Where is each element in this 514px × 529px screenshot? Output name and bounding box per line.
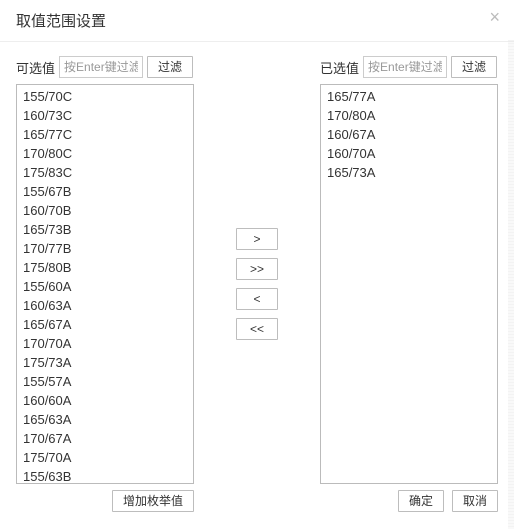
selected-filter-button[interactable]: 过滤 [451, 56, 497, 78]
list-item[interactable]: 155/67B [17, 182, 193, 201]
available-footer: 增加枚举值 [16, 490, 194, 512]
selected-filter-input[interactable] [363, 56, 447, 78]
dialog-title: 取值范围设置 [16, 13, 106, 30]
list-item[interactable]: 165/63A [17, 410, 193, 429]
available-filter-button[interactable]: 过滤 [147, 56, 193, 78]
list-item[interactable]: 175/80B [17, 258, 193, 277]
list-item[interactable]: 155/57A [17, 372, 193, 391]
list-item[interactable]: 160/73C [17, 106, 193, 125]
list-item[interactable]: 160/67A [321, 125, 497, 144]
list-item[interactable]: 155/70C [17, 87, 193, 106]
columns: 可选值 过滤 155/70C160/73C165/77C170/80C175/8… [16, 56, 498, 512]
list-item[interactable]: 170/77B [17, 239, 193, 258]
available-listbox[interactable]: 155/70C160/73C165/77C170/80C175/83C155/6… [16, 84, 194, 484]
list-item[interactable]: 155/60A [17, 277, 193, 296]
list-item[interactable]: 165/77A [321, 87, 497, 106]
available-filter-input[interactable] [59, 56, 143, 78]
available-column: 可选值 过滤 155/70C160/73C165/77C170/80C175/8… [16, 56, 194, 512]
list-item[interactable]: 175/73A [17, 353, 193, 372]
list-item[interactable]: 160/70A [321, 144, 497, 163]
selected-footer: 确定 取消 [320, 490, 498, 512]
move-all-right-button[interactable]: >> [236, 258, 278, 280]
list-item[interactable]: 165/73B [17, 220, 193, 239]
move-buttons-column: > >> < << [194, 56, 320, 512]
close-icon[interactable]: × [489, 8, 500, 26]
list-item[interactable]: 165/77C [17, 125, 193, 144]
list-item[interactable]: 175/83C [17, 163, 193, 182]
list-item[interactable]: 165/67A [17, 315, 193, 334]
list-item[interactable]: 170/67A [17, 429, 193, 448]
selected-header: 已选值 过滤 [320, 56, 498, 78]
list-item[interactable]: 175/70A [17, 448, 193, 467]
dialog-header: 取值范围设置 × [0, 0, 514, 42]
move-right-button[interactable]: > [236, 228, 278, 250]
list-item[interactable]: 170/80C [17, 144, 193, 163]
ok-button[interactable]: 确定 [398, 490, 444, 512]
list-item[interactable]: 170/70A [17, 334, 193, 353]
list-item[interactable]: 160/70B [17, 201, 193, 220]
available-header: 可选值 过滤 [16, 56, 194, 78]
add-enum-button[interactable]: 增加枚举值 [112, 490, 194, 512]
selected-listbox[interactable]: 165/77A170/80A160/67A160/70A165/73A [320, 84, 498, 484]
available-label: 可选值 [16, 58, 55, 77]
selected-label: 已选值 [320, 58, 359, 77]
cancel-button[interactable]: 取消 [452, 490, 498, 512]
move-left-button[interactable]: < [236, 288, 278, 310]
list-item[interactable]: 165/73A [321, 163, 497, 182]
move-all-left-button[interactable]: << [236, 318, 278, 340]
dialog: 取值范围设置 × 可选值 过滤 155/70C160/73C165/77C170… [0, 0, 514, 529]
list-item[interactable]: 155/63B [17, 467, 193, 484]
list-item[interactable]: 160/63A [17, 296, 193, 315]
list-item[interactable]: 170/80A [321, 106, 497, 125]
list-item[interactable]: 160/60A [17, 391, 193, 410]
selected-column: 已选值 过滤 165/77A170/80A160/67A160/70A165/7… [320, 56, 498, 512]
dialog-body: 可选值 过滤 155/70C160/73C165/77C170/80C175/8… [0, 42, 514, 522]
